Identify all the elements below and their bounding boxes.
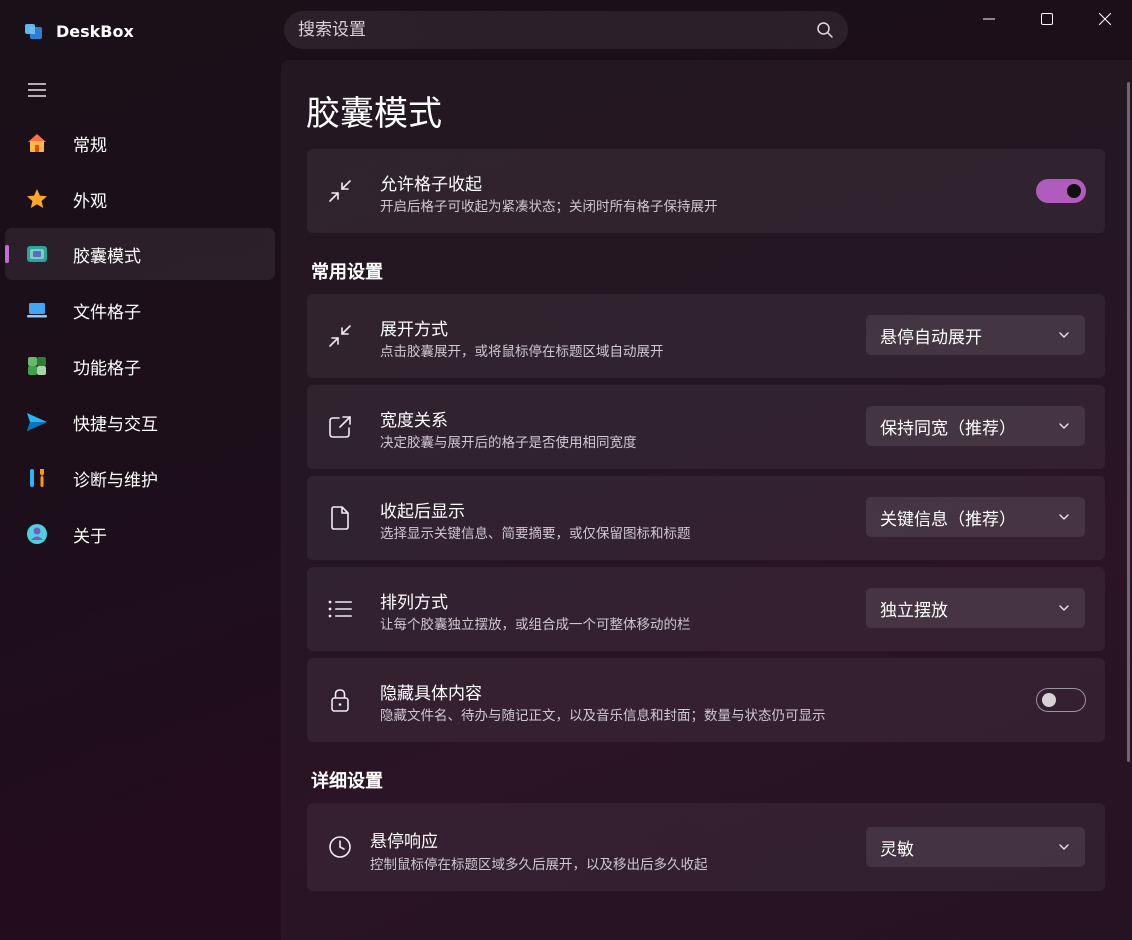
- setting-description: 隐藏文件名、待办与随记正文，以及音乐信息和封面；数量与状态仍可显示: [380, 708, 826, 724]
- minimize-icon: [983, 18, 995, 20]
- setting-title: 排列方式: [380, 593, 448, 613]
- send-icon: [24, 409, 50, 435]
- setting-title: 宽度关系: [380, 411, 448, 431]
- app-brand: DeskBox: [24, 20, 134, 42]
- sidebar-item-file-grid[interactable]: 文件格子: [5, 284, 275, 336]
- chevron-down-icon: [1059, 605, 1069, 611]
- setting-title: 隐藏具体内容: [380, 684, 482, 704]
- setting-description: 开启后格子可收起为紧凑状态；关闭时所有格子保持展开: [380, 199, 718, 215]
- star-icon: [24, 186, 50, 212]
- collapsed-display-dropdown[interactable]: 关键信息（推荐）: [866, 497, 1085, 537]
- sidebar-item-label: 常规: [73, 135, 107, 156]
- chevron-down-icon: [1059, 844, 1069, 850]
- dropdown-value: 关键信息（推荐）: [880, 509, 1016, 530]
- search-box[interactable]: [284, 11, 848, 49]
- expand-mode-dropdown[interactable]: 悬停自动展开: [866, 315, 1085, 355]
- info-icon: [24, 521, 50, 547]
- arrangement-dropdown[interactable]: 独立摆放: [866, 588, 1085, 628]
- title-bar: DeskBox: [0, 0, 1132, 60]
- hover-response-dropdown[interactable]: 灵敏: [866, 827, 1085, 867]
- minimize-button[interactable]: [960, 0, 1018, 38]
- section-title-common: 常用设置: [311, 262, 383, 283]
- sidebar-item-label: 外观: [73, 191, 107, 212]
- toggle-knob: [1042, 693, 1056, 707]
- setting-card-expand-mode: 展开方式 点击胶囊展开，或将鼠标停在标题区域自动展开 悬停自动展开: [307, 294, 1105, 378]
- collapse-arrows-icon: [327, 323, 353, 349]
- clock-icon: [327, 834, 353, 860]
- sidebar-item-label: 功能格子: [73, 358, 141, 379]
- setting-description: 让每个胶囊独立摆放，或组合成一个可整体移动的栏: [380, 617, 691, 633]
- setting-card-collapsed-display: 收起后显示 选择显示关键信息、简要摘要，或仅保留图标和标题 关键信息（推荐）: [307, 476, 1105, 560]
- sidebar-item-label: 诊断与维护: [73, 470, 158, 491]
- grid-icon: [24, 353, 50, 379]
- sidebar-item-about[interactable]: 关于: [5, 508, 275, 560]
- setting-card-allow-collapse: 允许格子收起 开启后格子可收起为紧凑状态；关闭时所有格子保持展开: [307, 149, 1105, 233]
- setting-description: 点击胶囊展开，或将鼠标停在标题区域自动展开: [380, 344, 664, 360]
- hamburger-icon: [28, 83, 46, 97]
- sidebar-item-function-grid[interactable]: 功能格子: [5, 340, 275, 392]
- toggle-knob: [1067, 184, 1081, 198]
- setting-title: 悬停响应: [370, 832, 438, 852]
- sidebar-item-label: 快捷与交互: [73, 414, 158, 435]
- sidebar-item-label: 文件格子: [73, 302, 141, 323]
- dropdown-value: 独立摆放: [880, 600, 948, 621]
- setting-description: 决定胶囊与展开后的格子是否使用相同宽度: [380, 435, 637, 451]
- hide-content-toggle[interactable]: [1036, 688, 1086, 712]
- sidebar-item-label: 胶囊模式: [73, 246, 141, 267]
- setting-card-hover-response: 悬停响应 控制鼠标停在标题区域多久后展开，以及移出后多久收起 灵敏: [307, 803, 1105, 891]
- tools-icon: [24, 465, 50, 491]
- sidebar-item-shortcuts[interactable]: 快捷与交互: [5, 396, 275, 448]
- setting-card-arrangement: 排列方式 让每个胶囊独立摆放，或组合成一个可整体移动的栏 独立摆放: [307, 567, 1105, 651]
- active-indicator: [5, 245, 9, 263]
- sidebar-item-label: 关于: [73, 526, 107, 547]
- sidebar-item-diagnostics[interactable]: 诊断与维护: [5, 452, 275, 504]
- chevron-down-icon: [1059, 514, 1069, 520]
- setting-title: 展开方式: [380, 320, 448, 340]
- setting-description: 选择显示关键信息、简要摘要，或仅保留图标和标题: [380, 526, 691, 542]
- content-scrollbar[interactable]: [1127, 82, 1130, 762]
- chevron-down-icon: [1059, 332, 1069, 338]
- sidebar-item-appearance[interactable]: 外观: [5, 173, 275, 225]
- page-title: 胶囊模式: [306, 94, 442, 134]
- close-icon: [1099, 13, 1111, 25]
- setting-description: 控制鼠标停在标题区域多久后展开，以及移出后多久收起: [370, 857, 708, 873]
- document-icon: [327, 505, 353, 531]
- maximize-button[interactable]: [1018, 0, 1076, 38]
- app-title: DeskBox: [56, 21, 134, 41]
- setting-card-width-relation: 宽度关系 决定胶囊与展开后的格子是否使用相同宽度 保持同宽（推荐）: [307, 385, 1105, 469]
- menu-toggle-button[interactable]: [22, 78, 52, 102]
- settings-content: 胶囊模式 允许格子收起 开启后格子可收起为紧凑状态；关闭时所有格子保持展开 常用…: [281, 60, 1132, 940]
- dropdown-value: 灵敏: [880, 839, 914, 860]
- collapse-arrows-icon: [327, 178, 353, 204]
- sidebar-item-general[interactable]: 常规: [5, 117, 275, 169]
- sidebar-item-capsule-mode[interactable]: 胶囊模式: [5, 228, 275, 280]
- dropdown-value: 悬停自动展开: [880, 327, 982, 348]
- allow-collapse-toggle[interactable]: [1036, 179, 1086, 203]
- setting-card-hide-content: 隐藏具体内容 隐藏文件名、待办与随记正文，以及音乐信息和封面；数量与状态仍可显示: [307, 658, 1105, 742]
- capsule-icon: [24, 241, 50, 267]
- setting-title: 允许格子收起: [380, 175, 482, 195]
- lock-icon: [327, 687, 353, 713]
- open-external-icon: [327, 414, 353, 440]
- chevron-down-icon: [1059, 423, 1069, 429]
- sidebar: 常规 外观 胶囊模式 文件格子 功能格子 快捷与交互 诊断与维护 关于: [0, 60, 281, 940]
- search-icon[interactable]: [816, 21, 834, 39]
- search-input[interactable]: [298, 20, 816, 40]
- setting-title: 收起后显示: [380, 502, 465, 522]
- section-title-detail: 详细设置: [311, 771, 383, 792]
- deskbox-logo-icon: [25, 24, 42, 39]
- maximize-icon: [1041, 13, 1053, 25]
- width-relation-dropdown[interactable]: 保持同宽（推荐）: [866, 406, 1085, 446]
- close-button[interactable]: [1076, 0, 1132, 38]
- dropdown-value: 保持同宽（推荐）: [880, 418, 1016, 439]
- laptop-icon: [24, 297, 50, 323]
- home-icon: [24, 130, 50, 156]
- list-icon: [327, 596, 353, 622]
